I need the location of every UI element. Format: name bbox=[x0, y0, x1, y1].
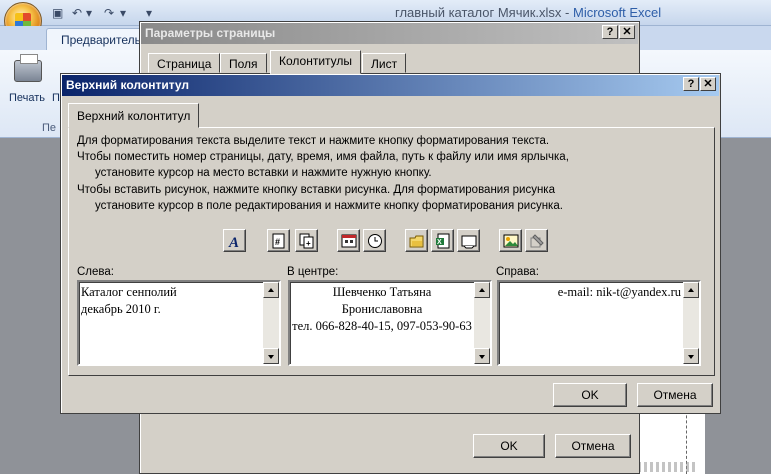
file-name-text: главный каталог Мячик.xlsx bbox=[395, 5, 562, 20]
instruction-line-4: Чтобы вставить рисунок, нажмите кнопку в… bbox=[77, 184, 555, 196]
format-picture-button[interactable] bbox=[525, 229, 548, 252]
time-button[interactable] bbox=[363, 229, 386, 252]
redo-icon[interactable]: ↷ bbox=[104, 6, 114, 20]
left-line-2: декабрь 2010 г. bbox=[81, 302, 161, 316]
time-icon bbox=[368, 234, 382, 248]
left-section-text: Каталог сенполий декабрь 2010 г. bbox=[81, 284, 261, 362]
scroll-down-icon[interactable] bbox=[474, 348, 490, 364]
app-name-text: Microsoft Excel bbox=[573, 5, 662, 20]
page-setup-ok-button[interactable]: OK bbox=[473, 434, 545, 458]
tab-page[interactable]: Страница bbox=[148, 53, 221, 73]
scroll-up-icon[interactable] bbox=[683, 282, 699, 298]
insert-picture-icon bbox=[503, 234, 519, 248]
instruction-line-3: установите курсор на место вставки и наж… bbox=[95, 167, 432, 179]
header-ok-button[interactable]: OK bbox=[553, 383, 627, 407]
page-setup-label: П bbox=[52, 92, 60, 104]
insert-picture-button[interactable] bbox=[499, 229, 522, 252]
undo-dropdown-icon[interactable]: ▾ bbox=[86, 6, 92, 20]
title-separator: - bbox=[561, 5, 573, 20]
format-text-icon: A bbox=[228, 235, 239, 249]
tab-margins[interactable]: Поля bbox=[220, 53, 267, 73]
center-line-2: Брониславовна bbox=[341, 302, 423, 316]
instruction-line-2: Чтобы поместить номер страницы, дату, вр… bbox=[77, 151, 569, 163]
excel-window-title: главный каталог Мячик.xlsx - Microsoft E… bbox=[395, 5, 661, 20]
page-setup-close-button[interactable]: ✕ bbox=[619, 25, 635, 39]
page-setup-cancel-button[interactable]: Отмена bbox=[555, 434, 631, 458]
file-name-button[interactable]: X bbox=[431, 229, 454, 252]
ribbon-group-label: Пе bbox=[42, 122, 57, 134]
page-setup-title: Параметры страницы bbox=[141, 23, 638, 44]
page-number-button[interactable]: # bbox=[267, 229, 290, 252]
left-scrollbar[interactable] bbox=[263, 282, 279, 364]
center-scrollbar[interactable] bbox=[474, 282, 490, 364]
date-button[interactable] bbox=[337, 229, 360, 252]
header-cancel-button[interactable]: Отмена bbox=[637, 383, 713, 407]
sheet-name-icon bbox=[461, 235, 477, 249]
header-dialog: Верхний колонтитул ? ✕ Верхний колонтиту… bbox=[60, 73, 721, 414]
left-line-1: Каталог сенполий bbox=[81, 285, 177, 299]
center-section-label: В центре: bbox=[287, 266, 339, 278]
header-close-button[interactable]: ✕ bbox=[700, 77, 716, 91]
right-section-text: e-mail: nik-t@yandex.ru bbox=[501, 284, 681, 362]
tab-header[interactable]: Верхний колонтитул bbox=[68, 103, 200, 128]
file-path-icon bbox=[409, 235, 424, 248]
header-help-button[interactable]: ? bbox=[683, 77, 699, 91]
right-section-label: Справа: bbox=[496, 266, 539, 278]
format-picture-icon bbox=[530, 234, 544, 248]
date-icon bbox=[341, 234, 357, 248]
right-section-input[interactable]: e-mail: nik-t@yandex.ru bbox=[497, 280, 701, 366]
svg-text:A: A bbox=[228, 235, 239, 249]
right-line-1: e-mail: nik-t@yandex.ru bbox=[557, 285, 681, 299]
tab-sheet[interactable]: Лист bbox=[362, 53, 407, 73]
left-section-label: Слева: bbox=[77, 266, 114, 278]
scroll-up-icon[interactable] bbox=[263, 282, 279, 298]
instruction-line-1: Для форматирования текста выделите текст… bbox=[77, 135, 550, 147]
left-section-input[interactable]: Каталог сенполий декабрь 2010 г. bbox=[77, 280, 281, 366]
svg-text:#: # bbox=[275, 237, 280, 247]
redo-dropdown-icon[interactable]: ▾ bbox=[120, 6, 126, 20]
page-count-button[interactable]: + bbox=[295, 229, 318, 252]
center-line-1: Шевченко Татьяна bbox=[332, 285, 432, 299]
print-label: Печать bbox=[9, 92, 46, 104]
center-line-3: тел. 066-828-40-15, 097-053-90-63 bbox=[292, 319, 472, 333]
format-text-button[interactable]: A bbox=[223, 229, 246, 252]
file-path-button[interactable] bbox=[405, 229, 428, 252]
svg-text:+: + bbox=[306, 239, 311, 248]
header-dialog-title: Верхний колонтитул bbox=[62, 75, 719, 96]
center-section-text: Шевченко Татьяна Брониславовна тел. 066-… bbox=[292, 284, 472, 362]
center-section-input[interactable]: Шевченко Татьяна Брониславовна тел. 066-… bbox=[288, 280, 492, 366]
page-setup-help-button[interactable]: ? bbox=[602, 25, 618, 39]
page-number-icon: # bbox=[272, 233, 285, 249]
scroll-down-icon[interactable] bbox=[263, 348, 279, 364]
save-icon[interactable]: ▣ bbox=[52, 6, 63, 20]
printer-icon bbox=[14, 54, 42, 82]
instruction-line-5: установите курсор в поле редактирования … bbox=[95, 200, 563, 212]
sheet-name-button[interactable] bbox=[457, 229, 480, 252]
scroll-down-icon[interactable] bbox=[683, 348, 699, 364]
undo-icon[interactable]: ↶ bbox=[72, 6, 82, 20]
scroll-up-icon[interactable] bbox=[474, 282, 490, 298]
file-name-icon: X bbox=[436, 233, 450, 249]
tab-headers-footers[interactable]: Колонтитулы bbox=[270, 50, 362, 74]
customize-toolbar-icon[interactable]: ▾ bbox=[146, 6, 152, 20]
page-count-icon: + bbox=[299, 233, 314, 249]
svg-text:X: X bbox=[437, 239, 442, 246]
right-scrollbar[interactable] bbox=[683, 282, 699, 364]
